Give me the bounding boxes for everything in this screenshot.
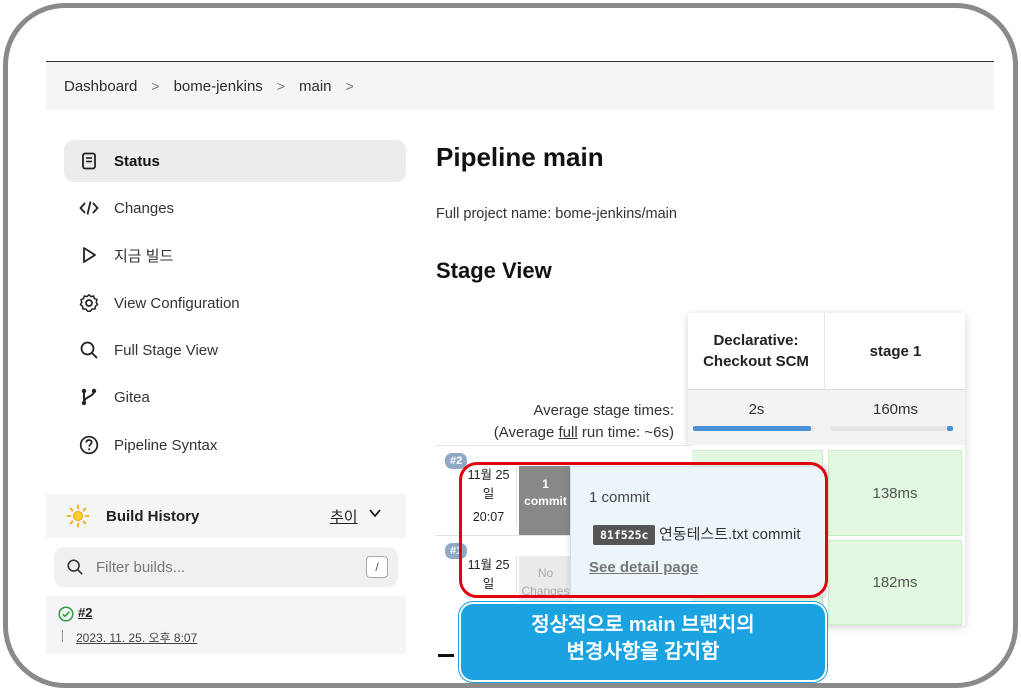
sidebar-item-changes[interactable]: Changes bbox=[64, 187, 406, 229]
code-icon bbox=[78, 197, 100, 219]
sidebar-item-status[interactable]: Status bbox=[64, 140, 406, 182]
no-changes-line: Changes bbox=[521, 584, 570, 598]
run-date: 11월 25 일 bbox=[461, 556, 517, 594]
sidebar-item-label: Pipeline Syntax bbox=[114, 436, 218, 454]
sidebar-item-label: Status bbox=[114, 152, 160, 170]
build-history-title: Build History bbox=[106, 507, 200, 525]
stage-header-stage1: stage 1 bbox=[869, 342, 922, 360]
avg-time-stage1: 160ms bbox=[872, 401, 919, 418]
sidebar-item-build-now[interactable]: 지금 빌드 bbox=[64, 234, 406, 276]
build-date-link[interactable]: 2023. 11. 25. 오후 8:07 bbox=[76, 629, 197, 646]
sidebar-item-view-configuration[interactable]: View Configuration bbox=[64, 282, 406, 324]
progress-fill bbox=[693, 426, 812, 431]
stage-header-line: Checkout SCM bbox=[703, 353, 809, 370]
stage-cell-run1-stage1[interactable]: 182ms bbox=[828, 540, 962, 625]
commit-count: 1 bbox=[542, 477, 549, 491]
branch-icon bbox=[78, 386, 100, 408]
breadcrumb-separator: > bbox=[276, 78, 285, 94]
avg-run-suffix: run time: ~6s) bbox=[577, 423, 674, 441]
help-icon bbox=[78, 434, 100, 456]
breadcrumb-branch[interactable]: main bbox=[299, 78, 332, 95]
chevron-down-icon[interactable] bbox=[368, 506, 382, 520]
stage-header-line: Declarative: bbox=[713, 332, 799, 349]
commit-count-box[interactable]: 1 commit bbox=[519, 466, 572, 536]
trend-link[interactable]: 추이 bbox=[330, 506, 358, 527]
full-run-link[interactable]: full bbox=[559, 424, 578, 441]
keyboard-shortcut-hint: / bbox=[366, 556, 388, 578]
sidebar-item-label: Full Stage View bbox=[114, 341, 218, 359]
collapse-dash bbox=[438, 654, 454, 657]
gear-icon bbox=[78, 292, 100, 314]
sidebar-item-label: 지금 빌드 bbox=[114, 247, 174, 265]
commit-popup: 1 commit 81f525c 연동테스트.txt commit See de… bbox=[570, 466, 826, 596]
run-date-line: 11월 25 bbox=[467, 558, 510, 572]
page-title: Pipeline main bbox=[436, 142, 604, 172]
run-date-line: 일 bbox=[482, 576, 495, 591]
stage-header-checkout: Declarative: Checkout SCM bbox=[688, 313, 825, 389]
breadcrumb-separator: > bbox=[151, 78, 160, 94]
search-icon bbox=[67, 559, 83, 575]
success-check-icon bbox=[58, 606, 74, 622]
average-row: 2s 160ms bbox=[688, 389, 965, 445]
average-times-label: Average stage times: (Average full run t… bbox=[478, 400, 674, 444]
callout-line: 정상적으로 main 브랜치의 bbox=[531, 614, 755, 636]
sidebar-item-label: Gitea bbox=[114, 388, 150, 406]
filter-placeholder: Filter builds... bbox=[96, 558, 186, 576]
rounded-frame: Dashboard > bome-jenkins > main > Status… bbox=[3, 3, 1018, 688]
filter-builds-input[interactable]: Filter builds... / bbox=[54, 547, 398, 587]
annotation-callout: 정상적으로 main 브랜치의 변경사항을 감지함 bbox=[459, 602, 827, 682]
timeline-bar bbox=[62, 630, 63, 642]
avg-progress-stage1 bbox=[831, 426, 953, 431]
sidebar-item-gitea[interactable]: Gitea bbox=[64, 376, 406, 418]
progress-fill bbox=[946, 426, 953, 431]
play-icon bbox=[78, 244, 100, 266]
commit-label: commit bbox=[524, 493, 567, 508]
build-history-header: Build History 추이 bbox=[46, 494, 406, 538]
stage-cell-run2-stage1[interactable]: 138ms bbox=[828, 450, 962, 536]
sidebar-item-full-stage-view[interactable]: Full Stage View bbox=[64, 329, 406, 371]
see-detail-link[interactable]: See detail page bbox=[589, 559, 698, 576]
avg-progress-checkout bbox=[693, 426, 815, 431]
build-history-row[interactable]: #2 2023. 11. 25. 오후 8:07 bbox=[46, 596, 406, 654]
average-run-time: (Average full run time: ~6s) bbox=[478, 422, 674, 444]
run-time: 20:07 bbox=[472, 509, 505, 524]
callout-line: 변경사항을 감지함 bbox=[566, 641, 720, 663]
run-date-line: 일 bbox=[482, 486, 495, 501]
build-number-link[interactable]: #2 bbox=[78, 605, 92, 620]
sidebar-item-label: Changes bbox=[114, 199, 175, 217]
avg-time-checkout: 2s bbox=[748, 401, 765, 418]
run-date: 11월 25 일 20:07 bbox=[461, 466, 517, 527]
popup-commit-count: 1 commit bbox=[589, 489, 650, 506]
average-stage-times: Average stage times: bbox=[533, 402, 674, 419]
sun-icon bbox=[66, 504, 90, 528]
breadcrumb-project[interactable]: bome-jenkins bbox=[174, 78, 263, 95]
full-project-name: Full project name: bome-jenkins/main bbox=[436, 206, 677, 222]
document-icon bbox=[78, 150, 100, 172]
run-date-line: 11월 25 bbox=[467, 468, 510, 482]
search-icon bbox=[78, 339, 100, 361]
sidebar-item-label: View Configuration bbox=[114, 294, 240, 312]
stage-view-title: Stage View bbox=[436, 258, 552, 283]
breadcrumb-separator[interactable]: > bbox=[346, 78, 354, 94]
breadcrumb: Dashboard > bome-jenkins > main > bbox=[46, 62, 994, 110]
commit-message: 연동테스트.txt commit bbox=[659, 526, 801, 543]
no-changes-line: No bbox=[537, 566, 554, 580]
sidebar-item-pipeline-syntax[interactable]: Pipeline Syntax bbox=[64, 424, 406, 466]
avg-run-prefix: (Average bbox=[493, 423, 559, 441]
breadcrumb-dashboard[interactable]: Dashboard bbox=[64, 78, 137, 95]
commit-hash-badge: 81f525c bbox=[593, 525, 656, 545]
